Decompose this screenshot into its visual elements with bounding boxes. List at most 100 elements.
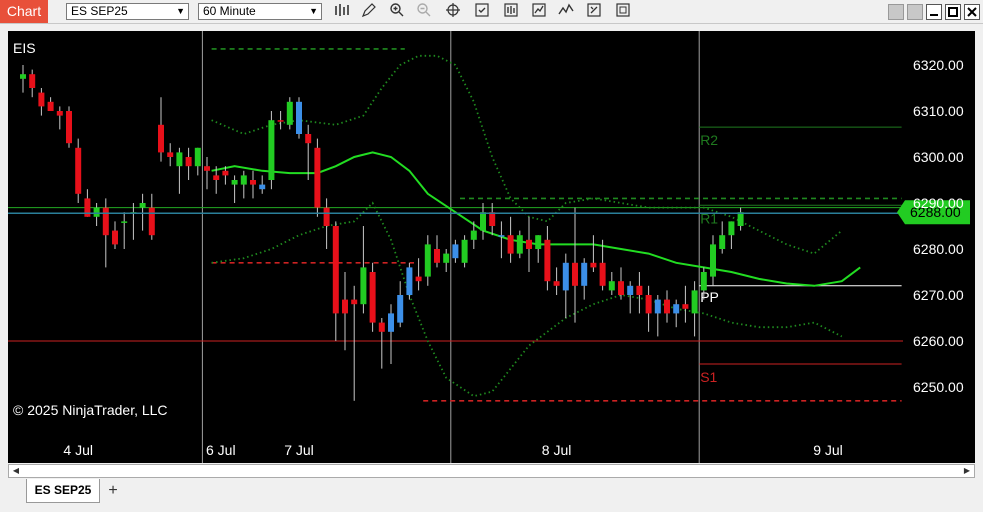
lower-band-line xyxy=(211,201,843,398)
copyright-label: © 2025 NinjaTrader, LLC xyxy=(13,402,168,418)
candle-body xyxy=(250,180,256,185)
minimize-button[interactable] xyxy=(907,4,923,20)
candle-body xyxy=(480,212,486,231)
candle-body xyxy=(516,235,523,254)
y-tick-label: 6280.00 xyxy=(913,241,964,257)
y-tick-label: 6310.00 xyxy=(913,103,964,119)
candle-body xyxy=(240,175,247,185)
upper-band-line xyxy=(211,54,843,255)
y-tick-label: 6320.00 xyxy=(913,57,964,73)
candle-body xyxy=(139,203,146,208)
candle-body xyxy=(737,212,744,226)
bars-type-icon[interactable] xyxy=(332,2,352,22)
instrument-selector[interactable]: ES SEP25 ▼ xyxy=(66,3,189,20)
strategies-icon[interactable] xyxy=(556,2,576,22)
candle-body xyxy=(728,221,735,236)
zoom-out-icon[interactable] xyxy=(414,2,434,22)
data-box-icon[interactable] xyxy=(501,2,521,22)
candle-body xyxy=(332,226,339,314)
candle-body xyxy=(388,313,394,332)
candle-body xyxy=(167,152,174,157)
candle-body xyxy=(296,101,302,134)
candle-body xyxy=(719,235,726,249)
close-icon[interactable] xyxy=(964,4,980,20)
properties-icon[interactable] xyxy=(472,2,492,22)
candle-body xyxy=(654,299,661,314)
interval-value: 60 Minute xyxy=(203,4,256,18)
minimize-icon[interactable] xyxy=(926,4,942,20)
candle-body xyxy=(314,147,321,208)
candle-body xyxy=(470,230,477,240)
pivot-label-s1: S1 xyxy=(700,369,717,385)
candle-body xyxy=(581,262,588,286)
zoom-in-icon[interactable] xyxy=(387,2,407,22)
candle-body xyxy=(66,111,72,144)
candle-body xyxy=(20,74,26,79)
candle-body xyxy=(452,244,459,259)
candle-body xyxy=(323,207,330,226)
candle-body xyxy=(415,276,422,282)
x-tick-label: 7 Jul xyxy=(284,442,314,458)
trade-icon[interactable] xyxy=(613,2,633,22)
candle-body xyxy=(351,299,358,305)
y-tick-label: 6290.00 xyxy=(913,195,964,211)
candle-body xyxy=(121,221,128,223)
candle-body xyxy=(710,244,716,277)
candle-body xyxy=(185,157,192,167)
interval-selector[interactable]: 60 Minute ▼ xyxy=(198,3,322,20)
scroll-left-icon[interactable]: ◀ xyxy=(10,465,22,477)
x-tick-label: 4 Jul xyxy=(63,442,93,458)
candle-body xyxy=(461,239,468,263)
candle-body xyxy=(562,262,569,291)
candle-body xyxy=(572,262,578,286)
candle-body xyxy=(526,239,532,249)
candle-body xyxy=(599,262,606,286)
candle-body xyxy=(673,304,680,314)
candle-body xyxy=(56,111,63,116)
add-tab-button[interactable]: + xyxy=(104,482,122,500)
candle-body xyxy=(360,267,367,305)
candle-body xyxy=(194,147,201,167)
horizontal-scrollbar[interactable]: ◀ ▶ xyxy=(8,464,975,478)
candle-body xyxy=(158,124,164,153)
candle-body xyxy=(75,147,82,194)
x-tick-label: 6 Jul xyxy=(206,442,236,458)
crosshair-icon[interactable] xyxy=(443,2,463,22)
x-tick-label: 9 Jul xyxy=(813,442,843,458)
scroll-right-icon[interactable]: ▶ xyxy=(961,465,973,477)
pivot-label-pp: PP xyxy=(700,289,719,305)
candle-body xyxy=(38,92,45,107)
candle-body xyxy=(627,285,634,295)
x-tick-label: 8 Jul xyxy=(542,442,572,458)
candle-body xyxy=(369,272,376,323)
candle-body xyxy=(112,230,118,245)
tab-es-sep25[interactable]: ES SEP25 xyxy=(26,479,100,503)
candle-body xyxy=(507,235,514,254)
candle-body xyxy=(498,235,505,237)
candle-body xyxy=(691,290,698,314)
candle-body xyxy=(305,134,312,144)
chevron-down-icon: ▼ xyxy=(309,6,318,16)
candle-body xyxy=(535,235,542,249)
candle-body xyxy=(636,285,643,295)
candle-body xyxy=(29,74,36,88)
templates-icon[interactable] xyxy=(584,2,604,22)
price-chart[interactable]: R2R1PPS16288.006320.006310.006300.006290… xyxy=(8,31,975,463)
candle-body xyxy=(204,166,210,171)
chart-panel[interactable]: R2 R1 PP S1 6288.00 6320.00 6310.00 6300.00 6290… xyxy=(8,31,975,463)
chevron-down-icon: ▼ xyxy=(176,6,185,16)
candle-body xyxy=(378,322,385,332)
candle-body xyxy=(664,299,670,314)
candle-body xyxy=(259,184,266,190)
candle-body xyxy=(443,253,450,263)
candle-body xyxy=(553,281,560,286)
maximize-icon[interactable] xyxy=(945,4,961,20)
restore-icon[interactable] xyxy=(888,4,904,20)
candle-body xyxy=(148,207,155,236)
indicators-icon[interactable] xyxy=(529,2,549,22)
y-tick-label: 6250.00 xyxy=(913,379,964,395)
candle-body xyxy=(434,249,440,263)
draw-pencil-icon[interactable] xyxy=(359,2,379,22)
candle-body xyxy=(268,120,275,180)
candle-body xyxy=(645,295,652,314)
